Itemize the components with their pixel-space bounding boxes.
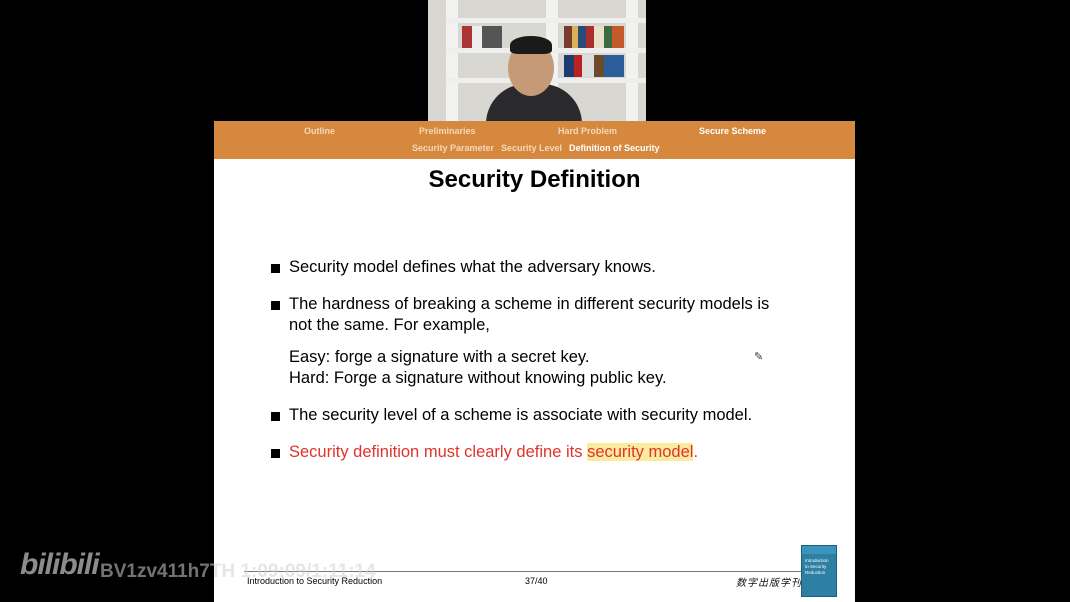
nav-subsection-definition-of-security[interactable]: Definition of Security	[569, 143, 660, 153]
book-cover-image: Introduction to Security Reduction	[801, 545, 837, 597]
bullet-marker	[271, 449, 280, 458]
books	[462, 26, 502, 48]
bullet-text: The hardness of breaking a scheme in dif…	[289, 295, 770, 313]
example-line-hard: Hard: Forge a signature without knowing …	[289, 369, 667, 387]
highlighted-term: security model	[587, 443, 694, 461]
nav-section-outline[interactable]: Outline	[304, 126, 335, 136]
book-cover-title: Introduction to Security Reduction	[805, 558, 829, 575]
presenter-hair	[510, 36, 552, 54]
shelf	[446, 18, 646, 23]
books	[564, 55, 624, 77]
page-number: 37/40	[525, 576, 548, 586]
books	[564, 26, 624, 48]
bilibili-logo: bilibili	[20, 548, 100, 581]
publisher-logo: 数字出版学刊	[736, 578, 802, 589]
bullet-marker	[271, 412, 280, 421]
bullet-text-continuation: not the same. For example,	[289, 316, 490, 334]
bullet-marker	[271, 301, 280, 310]
video-id-watermark: BV1zv411h7TH 1:09:09/1:11:14	[100, 561, 376, 582]
mouse-cursor-icon: ✎	[754, 351, 764, 363]
slide-navigation-bar: Outline Preliminaries Hard Problem Secur…	[214, 121, 855, 159]
emphasis-period: .	[693, 443, 699, 461]
bullet-text-emphasis: Security definition must clearly define …	[289, 443, 698, 462]
nav-subsection-security-level[interactable]: Security Level	[501, 143, 562, 153]
slide: Outline Preliminaries Hard Problem Secur…	[214, 121, 855, 602]
slide-title: Security Definition	[428, 166, 641, 193]
example-line-easy: Easy: forge a signature with a secret ke…	[289, 348, 590, 366]
nav-section-preliminaries[interactable]: Preliminaries	[419, 126, 476, 136]
bullet-text: The security level of a scheme is associ…	[289, 406, 753, 424]
webcam-video	[428, 0, 646, 122]
bullet-marker	[271, 264, 280, 273]
bullet-text: Security model defines what the adversar…	[289, 258, 656, 276]
book-cover-band	[802, 546, 836, 554]
nav-section-hard-problem[interactable]: Hard Problem	[558, 126, 617, 136]
nav-subsection-security-parameter[interactable]: Security Parameter	[412, 143, 494, 153]
emphasis-text: Security definition must clearly define …	[289, 443, 583, 461]
nav-section-secure-scheme[interactable]: Secure Scheme	[699, 126, 766, 136]
